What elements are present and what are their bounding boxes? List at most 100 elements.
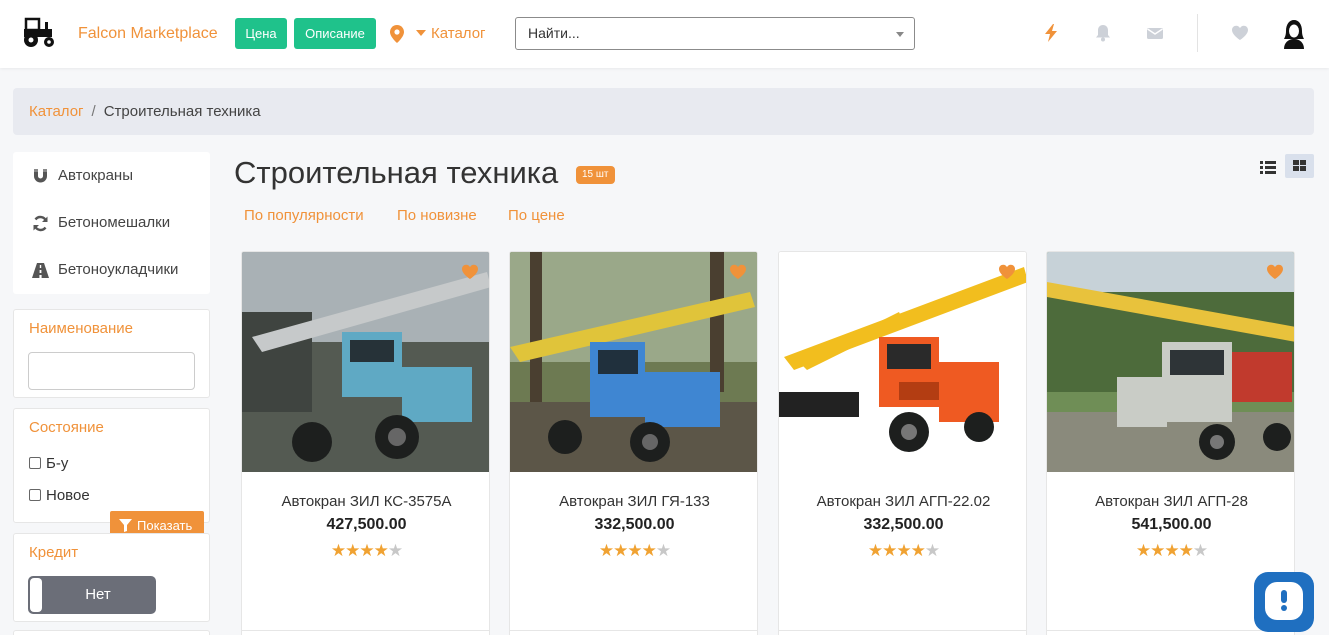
- star-icon: ★: [1178, 541, 1194, 560]
- lightning-icon[interactable]: [1042, 24, 1060, 42]
- catalog-dropdown[interactable]: Каталог: [416, 25, 486, 42]
- top-header: Falcon Marketplace Цена Описание Каталог…: [0, 0, 1329, 68]
- location-pin-icon[interactable]: [390, 25, 404, 43]
- product-card[interactable]: Автокран ЗИЛ АГП-22.02 332,500.00 ★★★★★: [778, 251, 1027, 635]
- product-card[interactable]: Автокран ЗИЛ КС-3575А 427,500.00 ★★★★★: [241, 251, 490, 635]
- product-price: 427,500.00: [326, 516, 407, 533]
- checkbox-label: Б-у: [46, 455, 69, 472]
- star-icon: ★: [373, 541, 389, 560]
- product-price: 332,500.00: [863, 516, 944, 533]
- favorite-heart-icon[interactable]: [998, 264, 1016, 280]
- condition-used-checkbox[interactable]: Б-у: [29, 455, 68, 472]
- sort-popularity-link[interactable]: По популярности: [244, 207, 364, 224]
- brand-name[interactable]: Falcon Marketplace: [78, 25, 218, 43]
- condition-filter-title: Состояние: [29, 419, 104, 436]
- credit-toggle[interactable]: Нет: [28, 576, 156, 614]
- next-filter-panel: [13, 630, 210, 635]
- header-divider: [1197, 14, 1198, 52]
- checkbox-box[interactable]: [29, 489, 41, 501]
- product-image[interactable]: [1047, 252, 1295, 472]
- card-footer-divider: [242, 630, 489, 631]
- product-card[interactable]: Автокран ЗИЛ ГЯ-133 332,500.00 ★★★★★: [509, 251, 758, 635]
- card-footer-divider: [779, 630, 1026, 631]
- name-filter-panel: Наименование: [13, 309, 210, 398]
- road-icon: [32, 263, 49, 278]
- envelope-icon[interactable]: [1146, 24, 1164, 42]
- grid-view-icon: [1293, 160, 1306, 171]
- page-title: Строительная техника: [234, 155, 559, 190]
- rating-stars: ★★★★★: [510, 541, 757, 560]
- favorite-heart-icon[interactable]: [1266, 264, 1284, 280]
- toggle-label: Нет: [85, 586, 111, 603]
- breadcrumb: Каталог / Строительная техника: [13, 88, 1314, 135]
- star-icon: ★: [598, 541, 614, 560]
- product-price: 541,500.00: [1131, 516, 1212, 533]
- rating-stars: ★★★★★: [779, 541, 1026, 560]
- description-pill-button[interactable]: Описание: [294, 18, 376, 49]
- star-icon: ★: [924, 541, 940, 560]
- catalog-label: Каталог: [431, 25, 486, 42]
- search-placeholder: Найти...: [528, 25, 580, 41]
- star-icon: ★: [1150, 541, 1165, 560]
- star-icon: ★: [910, 541, 926, 560]
- star-icon: ★: [359, 541, 374, 560]
- sidebar-item-label: Автокраны: [58, 167, 133, 184]
- sidebar-item-pavers[interactable]: Бетоноукладчики: [13, 250, 210, 290]
- product-image[interactable]: [510, 252, 758, 472]
- tractor-logo-icon[interactable]: [20, 16, 58, 48]
- star-icon: ★: [655, 541, 671, 560]
- breadcrumb-separator: /: [91, 103, 96, 120]
- sidebar-item-autocranes[interactable]: Автокраны: [13, 156, 210, 196]
- user-avatar-icon[interactable]: [1278, 17, 1310, 49]
- card-footer-divider: [510, 630, 757, 631]
- star-icon: ★: [330, 541, 346, 560]
- rating-stars: ★★★★★: [242, 541, 489, 560]
- price-pill-button[interactable]: Цена: [235, 18, 287, 49]
- favorite-heart-icon[interactable]: [461, 264, 479, 280]
- favorite-heart-icon[interactable]: [729, 264, 747, 280]
- name-filter-input[interactable]: [28, 352, 195, 390]
- heart-icon[interactable]: [1231, 24, 1249, 42]
- condition-filter-panel: Состояние Б-у Новое: [13, 408, 210, 523]
- credit-filter-title: Кредит: [29, 544, 79, 561]
- refresh-icon: [33, 215, 48, 232]
- grid-view-button[interactable]: [1285, 154, 1314, 178]
- product-name[interactable]: Автокран ЗИЛ АГП-22.02: [779, 493, 1026, 510]
- star-icon: ★: [882, 541, 897, 560]
- bell-icon[interactable]: [1094, 24, 1112, 42]
- filter-icon: [119, 519, 132, 532]
- sort-price-link[interactable]: По цене: [508, 207, 565, 224]
- star-icon: ★: [345, 541, 360, 560]
- checkbox-box[interactable]: [29, 457, 41, 469]
- list-view-icon[interactable]: [1257, 156, 1279, 178]
- star-icon: ★: [627, 541, 642, 560]
- magnet-icon: [34, 169, 47, 183]
- product-image[interactable]: [779, 252, 1027, 472]
- condition-new-checkbox[interactable]: Новое: [29, 487, 90, 504]
- breadcrumb-current: Строительная техника: [103, 103, 261, 120]
- rating-stars: ★★★★★: [1047, 541, 1294, 560]
- star-icon: ★: [1164, 541, 1179, 560]
- breadcrumb-catalog-link[interactable]: Каталог: [29, 103, 84, 120]
- name-filter-title: Наименование: [29, 320, 133, 337]
- product-name[interactable]: Автокран ЗИЛ КС-3575А: [242, 493, 489, 510]
- sidebar-item-concrete-mixers[interactable]: Бетономешалки: [13, 203, 210, 243]
- star-icon: ★: [1192, 541, 1208, 560]
- chat-widget-button[interactable]: [1254, 572, 1314, 632]
- star-icon: ★: [1135, 541, 1151, 560]
- sort-newest-link[interactable]: По новизне: [397, 207, 477, 224]
- checkbox-label: Новое: [46, 487, 90, 504]
- search-input[interactable]: Найти...: [515, 17, 915, 50]
- credit-filter-panel: Кредит Нет: [13, 533, 210, 622]
- product-image[interactable]: [242, 252, 490, 472]
- show-button-label: Показать: [137, 518, 193, 533]
- product-name[interactable]: Автокран ЗИЛ ГЯ-133: [510, 493, 757, 510]
- product-name[interactable]: Автокран ЗИЛ АГП-28: [1047, 493, 1294, 510]
- sidebar-item-label: Бетономешалки: [58, 214, 171, 231]
- chat-exclamation-icon: [1281, 590, 1287, 603]
- chevron-down-icon: [896, 32, 904, 37]
- sidebar-item-label: Бетоноукладчики: [58, 261, 179, 278]
- card-footer-divider: [1047, 630, 1294, 631]
- star-icon: ★: [641, 541, 657, 560]
- count-badge: 15 шт: [576, 166, 615, 184]
